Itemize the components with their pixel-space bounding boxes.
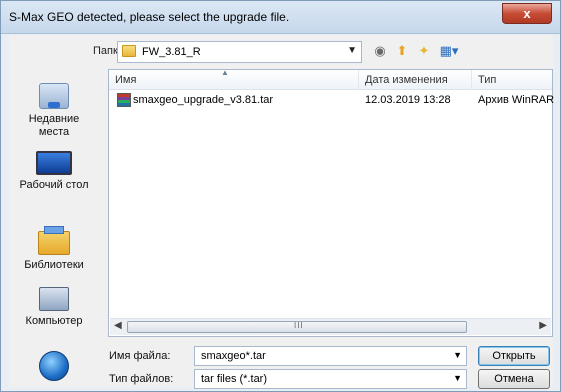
place-label: Библиотеки (24, 259, 84, 271)
filetype-value: tar files (*.tar) (201, 373, 268, 385)
place-label: Компьютер (25, 315, 83, 327)
scroll-grip: III (294, 321, 304, 330)
chevron-down-icon[interactable]: ▼ (453, 373, 462, 383)
filename-value: smaxgeo*.tar (201, 350, 266, 362)
place-label: Рабочий стол (19, 179, 89, 191)
column-header-type[interactable]: Тип (472, 70, 552, 90)
libraries-icon (38, 226, 70, 255)
place-computer[interactable]: Компьютер (9, 287, 99, 328)
place-libraries[interactable]: Библиотеки (9, 221, 99, 272)
title-bar: S-Max GEO detected, please select the up… (1, 1, 560, 34)
close-button[interactable]: x (502, 3, 552, 24)
column-label: Дата изменения (365, 74, 448, 86)
file-type: Архив WinRAR (478, 94, 555, 106)
file-list[interactable]: Имя ▲ Дата изменения Тип smaxgeo_upgrade… (108, 68, 555, 337)
filename-label: Имя файла: (109, 350, 171, 362)
chevron-down-icon[interactable]: ▼ (453, 350, 462, 360)
network-icon (39, 351, 69, 381)
window-title: S-Max GEO detected, please select the up… (9, 10, 290, 24)
place-recent[interactable]: Недавние места (9, 83, 99, 139)
recent-places-icon (39, 83, 69, 109)
chevron-down-icon[interactable]: ▼ (347, 45, 357, 56)
column-header-date[interactable]: Дата изменения (359, 70, 472, 90)
navigation-toolbar: ◉ ⬆ ✦ ▦▾ (371, 42, 461, 62)
cancel-button[interactable]: Отмена (478, 369, 550, 389)
filetype-select[interactable]: tar files (*.tar) ▼ (194, 369, 467, 389)
scroll-left-icon[interactable]: ◀ (114, 320, 122, 331)
table-row[interactable]: smaxgeo_upgrade_v3.81.tar 12.03.2019 13:… (109, 92, 555, 110)
up-folder-icon[interactable]: ⬆ (393, 42, 411, 60)
new-folder-icon[interactable]: ✦ (415, 42, 433, 60)
place-desktop[interactable]: Рабочий стол (9, 151, 99, 192)
column-label: Имя (115, 74, 137, 86)
column-header-row: Имя ▲ Дата изменения Тип (109, 68, 552, 90)
computer-icon (39, 287, 69, 311)
scrollbar-thumb[interactable]: III (127, 321, 467, 333)
winrar-archive-icon (117, 93, 131, 107)
filetype-label: Тип файлов: (109, 373, 174, 385)
back-icon[interactable]: ◉ (371, 42, 389, 60)
file-name: smaxgeo_upgrade_v3.81.tar (133, 94, 274, 106)
filename-input[interactable]: smaxgeo*.tar ▼ (194, 346, 467, 366)
places-bar: Недавние места Рабочий стол Библиотеки К… (9, 69, 99, 387)
horizontal-scrollbar[interactable]: ◀ III ▶ (110, 318, 551, 335)
dialog-body: Папка: FW_3.81_R ▼ ◉ ⬆ ✦ ▦▾ Недавние мес… (9, 35, 555, 389)
column-header-name[interactable]: Имя ▲ (109, 68, 359, 90)
folder-name: FW_3.81_R (142, 46, 201, 58)
file-date: 12.03.2019 13:28 (365, 94, 451, 106)
scroll-right-icon[interactable]: ▶ (539, 320, 547, 331)
column-label: Тип (478, 74, 497, 86)
folder-icon (122, 45, 136, 57)
file-open-dialog: S-Max GEO detected, please select the up… (0, 0, 561, 392)
sort-ascending-icon: ▲ (221, 68, 229, 77)
close-icon: x (523, 6, 531, 21)
place-label: Недавние места (28, 113, 80, 138)
place-network[interactable] (9, 351, 99, 385)
open-button[interactable]: Открыть (478, 346, 550, 366)
desktop-icon (36, 151, 72, 175)
view-menu-icon[interactable]: ▦▾ (437, 42, 461, 60)
folder-select[interactable]: FW_3.81_R ▼ (117, 41, 362, 63)
